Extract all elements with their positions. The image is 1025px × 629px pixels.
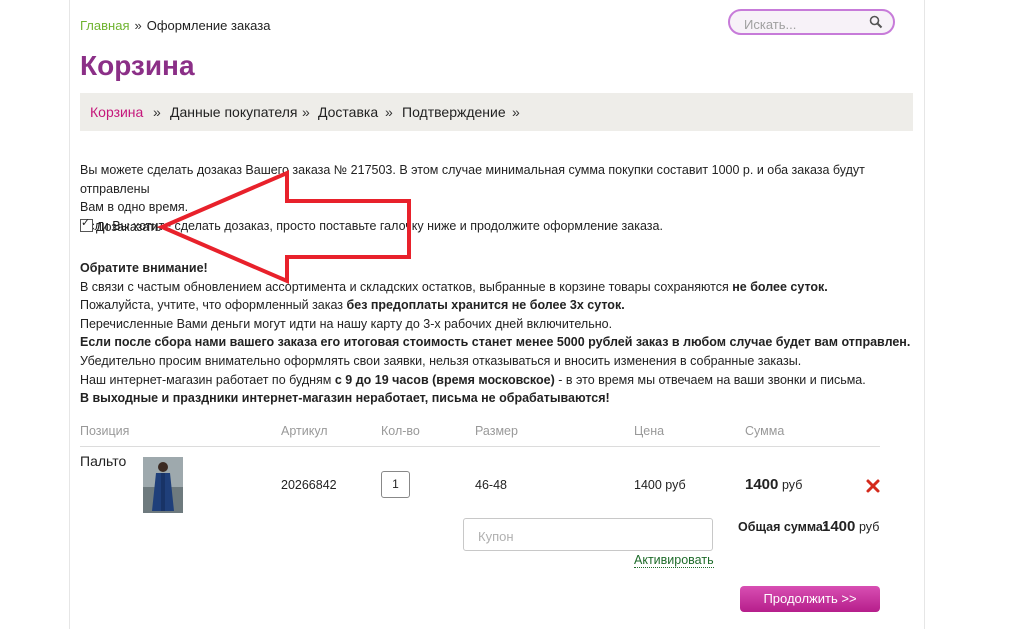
item-sum-value: 1400 xyxy=(745,476,779,493)
column-header-price: Цена xyxy=(634,424,665,438)
breadcrumb: Главная » Оформление заказа xyxy=(80,18,270,33)
notice-text: Перечисленные Вами деньги могут идти на … xyxy=(80,316,613,331)
item-thumbnail[interactable] xyxy=(143,457,183,513)
total-unit: руб xyxy=(859,520,880,534)
search-input[interactable] xyxy=(742,14,871,34)
red-arrow-annotation xyxy=(156,169,411,285)
checkout-steps: Корзина » Данные покупателя » Доставка »… xyxy=(80,93,913,131)
item-article: 20266842 xyxy=(281,478,337,492)
left-border xyxy=(69,0,70,629)
column-header-sum: Сумма xyxy=(745,424,785,438)
step-cart[interactable]: Корзина xyxy=(90,104,143,120)
breadcrumb-separator: » xyxy=(134,18,142,33)
notice-text-bold: Если после сбора нами вашего заказа его … xyxy=(80,335,911,350)
table-divider xyxy=(80,446,880,447)
total-label: Общая сумма: xyxy=(738,520,828,534)
notice-text-bold: не более суток. xyxy=(732,279,828,294)
step-separator: » xyxy=(153,104,161,120)
search-box xyxy=(728,9,895,35)
notice-text: Убедительно просим внимательно оформлять… xyxy=(80,353,802,368)
step-customer-data[interactable]: Данные покупателя xyxy=(170,104,298,120)
step-separator: » xyxy=(385,104,393,120)
notice-text: Наш интернет-магазин работает по будням xyxy=(80,372,335,387)
step-separator: » xyxy=(512,104,520,120)
step-separator: » xyxy=(302,104,310,120)
page-title: Корзина xyxy=(80,50,195,81)
notice-text: Пожалуйста, учтите, что оформленный зака… xyxy=(80,298,347,313)
continue-button[interactable]: Продолжить >> xyxy=(740,586,880,612)
column-header-size: Размер xyxy=(475,424,518,438)
column-header-article: Артикул xyxy=(281,424,328,438)
notice-text-bold: без предоплаты хранится не более 3х суто… xyxy=(346,298,625,313)
item-sum-unit: руб xyxy=(782,478,803,492)
notice-text-bold: с 9 до 19 часов (время московское) xyxy=(334,372,555,387)
item-size: 46-48 xyxy=(475,478,507,492)
checkbox-checked-icon[interactable] xyxy=(80,216,93,232)
search-icon[interactable] xyxy=(869,15,883,29)
item-price: 1400 руб xyxy=(634,478,686,492)
quantity-input[interactable]: 1 xyxy=(381,471,410,498)
column-header-position: Позиция xyxy=(80,424,130,438)
breadcrumb-home-link[interactable]: Главная xyxy=(80,18,129,33)
column-header-quantity: Кол-во xyxy=(381,424,420,438)
coupon-field xyxy=(463,518,713,551)
total-value: 1400 xyxy=(822,518,856,535)
delete-item-icon[interactable] xyxy=(865,478,881,494)
notice-text: - в это время мы отвечаем на ваши звонки… xyxy=(554,372,866,387)
coupon-input[interactable] xyxy=(476,526,700,546)
notice-text-bold: В выходные и праздники интернет-магазин … xyxy=(80,391,610,406)
step-confirmation[interactable]: Подтверждение xyxy=(402,104,506,120)
breadcrumb-current: Оформление заказа xyxy=(146,18,271,33)
activate-coupon-link[interactable]: Активировать xyxy=(634,553,714,568)
item-name-link[interactable]: Пальто xyxy=(80,453,126,469)
step-delivery[interactable]: Доставка xyxy=(318,104,378,120)
coat-photo-image xyxy=(143,457,183,513)
